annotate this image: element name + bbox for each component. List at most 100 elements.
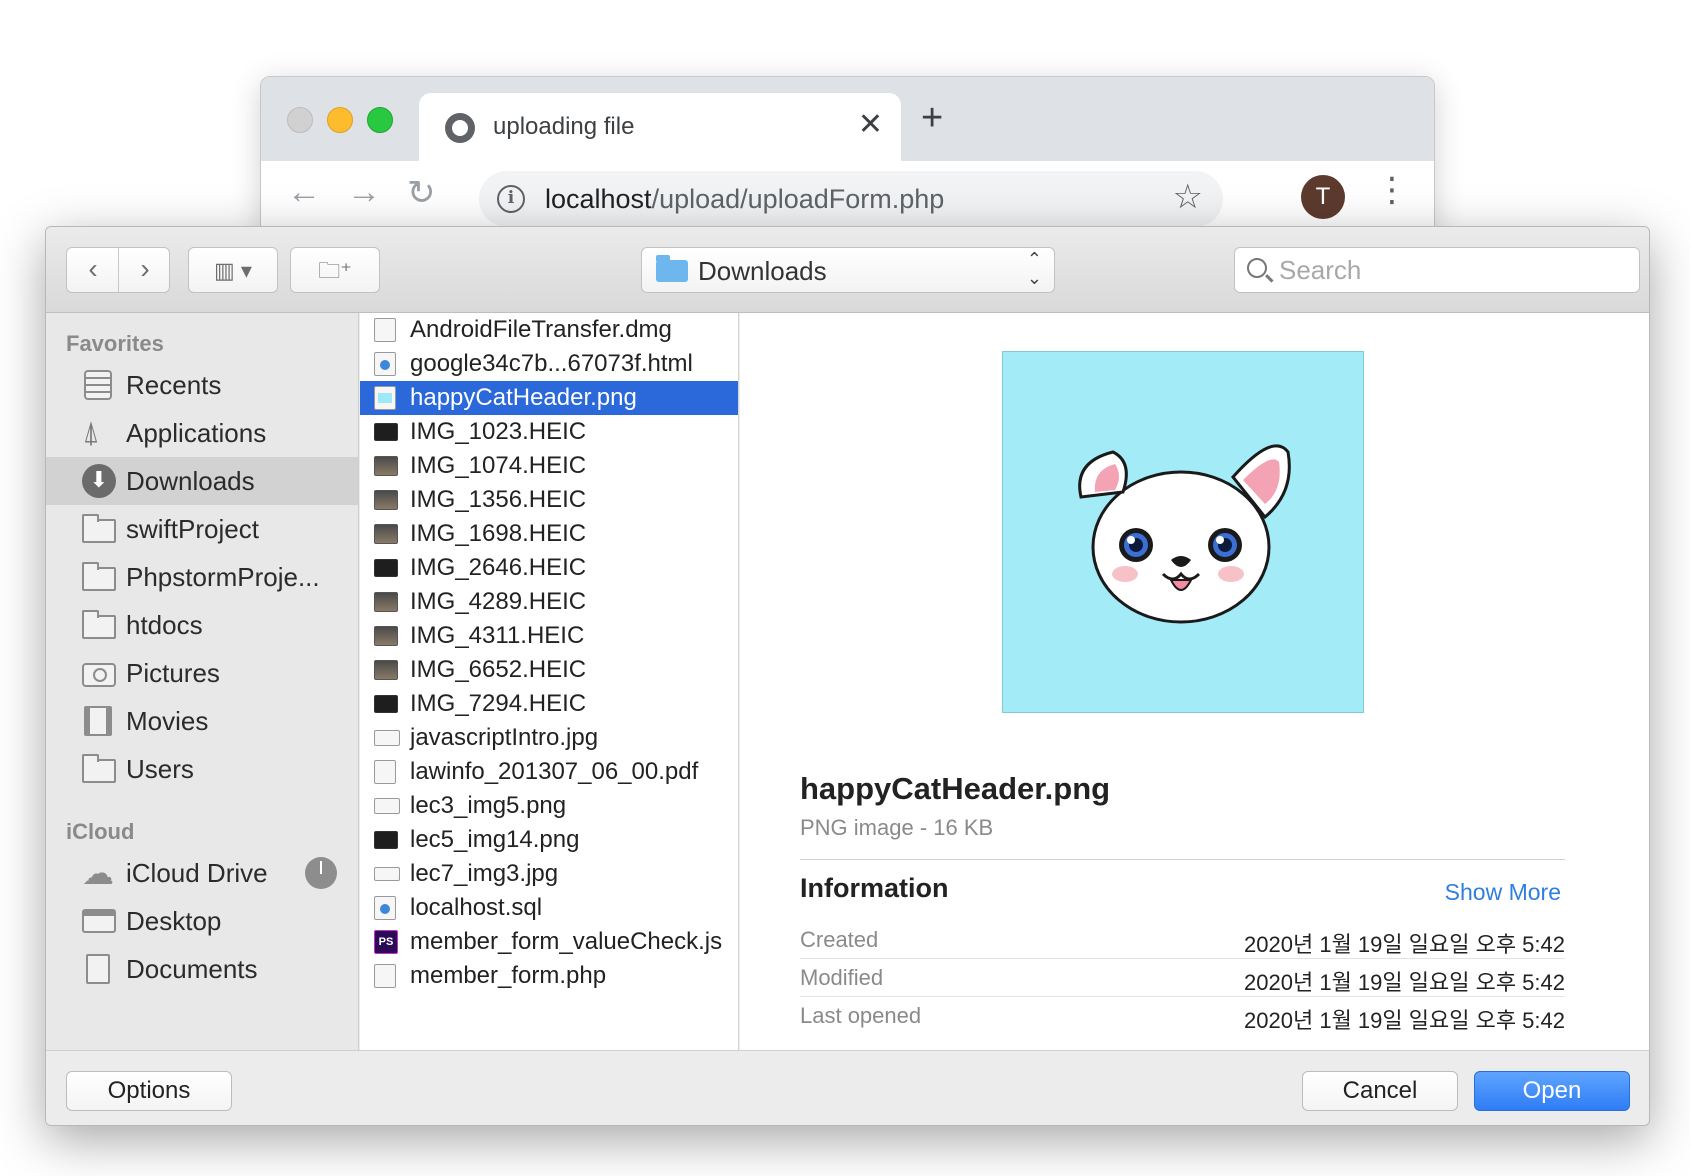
file-row[interactable]: lec3_img5.png xyxy=(360,789,738,823)
open-button[interactable]: Open xyxy=(1474,1071,1630,1111)
file-row[interactable]: localhost.sql xyxy=(360,891,738,925)
new-tab-icon[interactable]: + xyxy=(921,99,943,137)
url-text[interactable]: localhost/upload/uploadForm.php xyxy=(545,184,944,215)
recents-icon xyxy=(84,370,112,400)
file-row[interactable]: IMG_7294.HEIC xyxy=(360,687,738,721)
file-list: AndroidFileTransfer.dmg google34c7b...67… xyxy=(360,313,739,1050)
phpstorm-file-icon: PS xyxy=(374,930,398,954)
file-row[interactable]: IMG_6652.HEIC xyxy=(360,653,738,687)
desktop-icon xyxy=(82,909,116,933)
chevron-left-icon[interactable]: ‹ xyxy=(67,248,119,290)
sidebar-section-icloud: iCloud xyxy=(66,819,135,844)
location-popup[interactable]: Downloads ⌃ ⌄ xyxy=(641,247,1055,293)
browser-window: uploading file ✕ + ← → ↻ i localhost/upl… xyxy=(260,76,1435,236)
tab-close-icon[interactable]: ✕ xyxy=(858,107,883,142)
show-more-link[interactable]: Show More xyxy=(1445,879,1561,906)
file-row[interactable]: IMG_1356.HEIC xyxy=(360,483,738,517)
file-row[interactable]: IMG_1074.HEIC xyxy=(360,449,738,483)
jpg-file-icon xyxy=(374,867,400,881)
downloads-icon xyxy=(82,464,116,498)
photo-thumbnail-icon xyxy=(374,592,398,612)
sidebar-item-icloud-drive[interactable]: ☁ iCloud Drive xyxy=(46,849,358,897)
browser-toolbar: ← → ↻ i localhost/upload/uploadForm.php … xyxy=(261,161,1434,235)
meta-row-last-opened: Last opened 2020년 1월 19일 일요일 오후 5:42 xyxy=(800,1003,1565,1033)
photo-thumbnail-icon xyxy=(374,423,398,441)
photo-thumbnail-icon xyxy=(374,490,398,510)
browser-menu-icon[interactable]: ⋮ xyxy=(1375,173,1409,207)
photo-thumbnail-icon xyxy=(374,695,398,713)
folder-icon xyxy=(82,514,116,543)
file-row[interactable]: IMG_4311.HEIC xyxy=(360,619,738,653)
file-row[interactable]: lawinfo_201307_06_00.pdf xyxy=(360,755,738,789)
sidebar-section-favorites: Favorites xyxy=(66,331,164,356)
window-minimize-button[interactable] xyxy=(327,107,353,133)
new-folder-icon: 🗀⁺ xyxy=(318,258,352,283)
cancel-button[interactable]: Cancel xyxy=(1302,1071,1458,1111)
window-close-button[interactable] xyxy=(287,107,313,133)
file-row[interactable]: IMG_2646.HEIC xyxy=(360,551,738,585)
disk-image-icon xyxy=(374,318,396,342)
file-row-selected[interactable]: happyCatHeader.png xyxy=(360,381,738,415)
chevron-right-icon[interactable]: › xyxy=(119,248,171,290)
sql-file-icon xyxy=(374,896,396,920)
address-bar[interactable]: i localhost/upload/uploadForm.php ☆ xyxy=(479,171,1223,227)
sidebar-item-phpstormprojects[interactable]: PhpstormProje... xyxy=(46,553,358,601)
sidebar: Favorites Recents ⍋ Applications Downloa… xyxy=(46,313,359,1050)
file-row[interactable]: IMG_1698.HEIC xyxy=(360,517,738,551)
preview-pane: happyCatHeader.png PNG image - 16 KB Inf… xyxy=(740,313,1649,1050)
file-row[interactable]: IMG_4289.HEIC xyxy=(360,585,738,619)
sidebar-item-users[interactable]: Users xyxy=(46,745,358,793)
sidebar-item-recents[interactable]: Recents xyxy=(46,361,358,409)
new-folder-button[interactable]: 🗀⁺ xyxy=(290,247,380,293)
film-icon xyxy=(84,706,112,736)
view-mode-button[interactable]: ▥ ▾ xyxy=(188,247,278,293)
dialog-toolbar: ‹ › ▥ ▾ 🗀⁺ Downloads ⌃ ⌄ xyxy=(46,227,1649,313)
file-row[interactable]: AndroidFileTransfer.dmg xyxy=(360,313,738,347)
photo-thumbnail-icon xyxy=(374,626,398,646)
cloud-icon: ☁ xyxy=(82,855,114,891)
applications-icon: ⍋ xyxy=(82,416,100,449)
photo-thumbnail-icon xyxy=(374,559,398,577)
meta-row-modified: Modified 2020년 1월 19일 일요일 오후 5:42 xyxy=(800,959,1565,997)
meta-row-created: Created 2020년 1월 19일 일요일 오후 5:42 xyxy=(800,921,1565,959)
sidebar-item-swiftproject[interactable]: swiftProject xyxy=(46,505,358,553)
sidebar-item-pictures[interactable]: Pictures xyxy=(46,649,358,697)
file-row[interactable]: member_form.php xyxy=(360,959,738,993)
tab-strip: uploading file ✕ + xyxy=(261,77,1434,161)
file-row[interactable]: javascriptIntro.jpg xyxy=(360,721,738,755)
forward-arrow-icon[interactable]: → xyxy=(347,173,381,212)
sidebar-item-documents[interactable]: Documents xyxy=(46,945,358,993)
photo-thumbnail-icon xyxy=(374,524,398,544)
window-zoom-button[interactable] xyxy=(367,107,393,133)
sidebar-item-movies[interactable]: Movies xyxy=(46,697,358,745)
options-button[interactable]: Options xyxy=(66,1071,232,1111)
divider xyxy=(800,859,1565,860)
sidebar-item-applications[interactable]: ⍋ Applications xyxy=(46,409,358,457)
browser-tab[interactable]: uploading file ✕ xyxy=(419,93,901,161)
file-row[interactable]: IMG_1023.HEIC xyxy=(360,415,738,449)
reload-icon[interactable]: ↻ xyxy=(407,173,436,213)
sidebar-item-downloads[interactable]: Downloads xyxy=(46,457,358,505)
sidebar-item-htdocs[interactable]: htdocs xyxy=(46,601,358,649)
search-field[interactable] xyxy=(1234,247,1640,293)
png-file-icon xyxy=(374,386,396,410)
columns-view-icon: ▥ ▾ xyxy=(214,258,252,283)
bookmark-star-icon[interactable]: ☆ xyxy=(1173,177,1203,217)
photo-thumbnail-icon xyxy=(374,660,398,680)
file-row[interactable]: PS member_form_valueCheck.js xyxy=(360,925,738,959)
file-row[interactable]: lec5_img14.png xyxy=(360,823,738,857)
file-row[interactable]: google34c7b...67073f.html xyxy=(360,347,738,381)
file-open-dialog: ‹ › ▥ ▾ 🗀⁺ Downloads ⌃⌄ Favorites Recent… xyxy=(45,226,1650,1126)
dialog-button-bar: Options Cancel Open xyxy=(46,1050,1649,1125)
site-info-icon[interactable]: i xyxy=(497,185,525,213)
profile-avatar[interactable]: T xyxy=(1301,175,1345,219)
folder-icon xyxy=(82,754,116,783)
nav-back-forward-segment: ‹ › xyxy=(66,247,170,293)
search-input[interactable] xyxy=(1279,254,1619,286)
sidebar-item-desktop[interactable]: Desktop xyxy=(46,897,358,945)
back-arrow-icon[interactable]: ← xyxy=(287,173,321,212)
file-row[interactable]: lec7_img3.jpg xyxy=(360,857,738,891)
html-file-icon xyxy=(374,352,396,376)
png-file-icon xyxy=(374,831,398,849)
documents-icon xyxy=(86,954,110,984)
